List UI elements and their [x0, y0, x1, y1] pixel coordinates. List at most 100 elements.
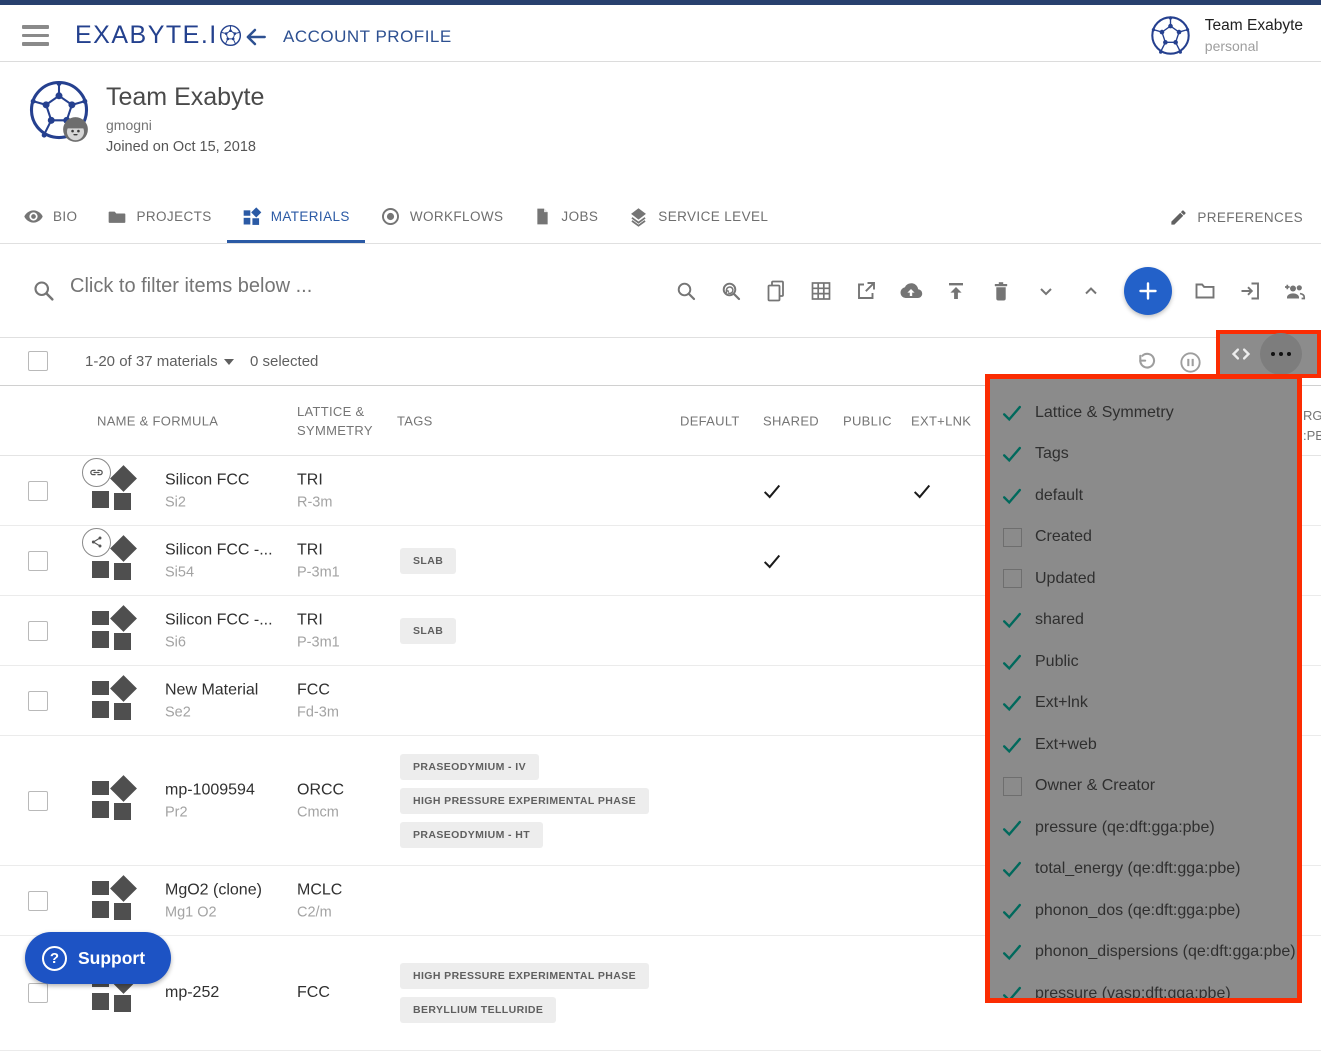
import-icon[interactable] — [1238, 279, 1262, 303]
row-checkbox[interactable] — [28, 891, 48, 911]
pencil-icon — [1169, 208, 1188, 227]
material-name-formula[interactable]: mp-1009594Pr2 — [165, 781, 290, 820]
tab-workflows[interactable]: WORKFLOWS — [365, 190, 519, 243]
menu-item-lattice-symmetry[interactable]: Lattice & Symmetry — [990, 392, 1297, 434]
menu-item-created[interactable]: Created — [990, 517, 1297, 559]
column-default[interactable]: DEFAULT — [680, 413, 740, 428]
checked-icon — [1001, 692, 1023, 714]
filter-input[interactable] — [70, 275, 630, 298]
back-arrow-icon[interactable] — [243, 24, 269, 50]
menu-item-public[interactable]: Public — [990, 641, 1297, 683]
tags-cell: SLAB — [400, 548, 456, 574]
code-view-icon[interactable] — [1226, 339, 1256, 369]
unchecked-box — [1003, 569, 1022, 588]
lattice-symmetry: FCC — [297, 984, 330, 1002]
menu-item-label: Created — [1035, 528, 1092, 546]
tab-jobs[interactable]: JOBS — [518, 190, 613, 243]
tags-cell: HIGH PRESSURE EXPERIMENTAL PHASEBERYLLIU… — [400, 963, 649, 1023]
menu-item-ext-lnk[interactable]: Ext+lnk — [990, 683, 1297, 725]
menu-item-ext-web[interactable]: Ext+web — [990, 724, 1297, 766]
material-icon — [90, 778, 138, 824]
row-checkbox[interactable] — [28, 983, 48, 1003]
column-public[interactable]: PUBLIC — [843, 413, 892, 428]
header-user-name: Team Exabyte — [1205, 17, 1303, 35]
tab-projects[interactable]: PROJECTS — [92, 190, 226, 243]
logo-ball-icon — [219, 24, 242, 47]
folder-icon — [107, 207, 127, 227]
menu-item-owner-creator[interactable]: Owner & Creator — [990, 766, 1297, 808]
open-in-new-icon[interactable] — [854, 279, 878, 303]
header-user-menu[interactable]: Team Exabyte personal — [1150, 15, 1303, 56]
search-again-icon[interactable] — [719, 279, 743, 303]
tab-materials[interactable]: MATERIALS — [227, 190, 365, 243]
menu-item-pressure-qe-dft-gga-pbe[interactable]: pressure (qe:dft:gga:pbe) — [990, 807, 1297, 849]
column-tags[interactable]: TAGS — [397, 413, 433, 428]
chevron-up-icon[interactable] — [1079, 279, 1103, 303]
menu-item-tags[interactable]: Tags — [990, 434, 1297, 476]
tag-chip: PRASEODYMIUM - HT — [400, 822, 543, 848]
column-shared[interactable]: SHARED — [763, 413, 819, 428]
tab-bio[interactable]: BIO — [8, 190, 92, 243]
material-icon — [90, 878, 138, 924]
material-name-formula[interactable]: Silicon FCC -...Si6 — [165, 611, 290, 650]
tab-service-level[interactable]: SERVICE LEVEL — [613, 190, 783, 243]
material-icon — [90, 608, 138, 654]
extlnk-check — [911, 480, 933, 502]
column-ext-lnk[interactable]: EXT+LNK — [911, 413, 971, 428]
checked-icon — [1001, 734, 1023, 756]
refresh-icon[interactable] — [1133, 350, 1158, 375]
tag-chip: SLAB — [400, 548, 456, 574]
pagination-caret-icon[interactable] — [224, 359, 234, 365]
material-name-formula[interactable]: MgO2 (clone)Mg1 O2 — [165, 881, 290, 920]
menu-item-label: Ext+web — [1035, 736, 1097, 754]
copy-icon[interactable] — [764, 279, 788, 303]
row-checkbox[interactable] — [28, 621, 48, 641]
menu-item-pressure-vasp-dft-gga-pbe[interactable]: pressure (vasp:dft:gga:pbe) — [990, 973, 1297, 1003]
tab-preferences[interactable]: PREFERENCES — [1169, 190, 1303, 244]
link-badge — [82, 458, 111, 487]
tag-chip: SLAB — [400, 618, 456, 644]
row-checkbox[interactable] — [28, 481, 48, 501]
lattice-symmetry: FCCFd-3m — [297, 681, 339, 720]
menu-item-shared[interactable]: shared — [990, 600, 1297, 642]
upload-icon[interactable] — [944, 279, 968, 303]
column-name-formula[interactable]: NAME & FORMULA — [97, 413, 218, 428]
chevron-down-icon[interactable] — [1034, 279, 1058, 303]
share-badge — [82, 528, 111, 557]
add-material-button[interactable] — [1124, 267, 1172, 315]
materials-toolbar — [674, 244, 1307, 338]
material-name-formula[interactable]: New MaterialSe2 — [165, 681, 290, 720]
row-checkbox[interactable] — [28, 551, 48, 571]
menu-item-phonon-dos-qe-dft-gga-pbe[interactable]: phonon_dos (qe:dft:gga:pbe) — [990, 890, 1297, 932]
row-checkbox[interactable] — [28, 791, 48, 811]
tag-chip: PRASEODYMIUM - IV — [400, 754, 539, 780]
delete-icon[interactable] — [989, 279, 1013, 303]
material-name-formula[interactable]: mp-252 — [165, 984, 290, 1002]
pause-icon[interactable] — [1178, 350, 1203, 375]
grid-icon[interactable] — [809, 279, 833, 303]
support-button[interactable]: ? Support — [25, 932, 171, 984]
material-name-formula[interactable]: Silicon FCCSi2 — [165, 471, 290, 510]
hamburger-menu-icon[interactable] — [22, 25, 49, 46]
tag-chip: HIGH PRESSURE EXPERIMENTAL PHASE — [400, 963, 649, 989]
material-name-formula[interactable]: Silicon FCC -...Si54 — [165, 541, 290, 580]
search-icon[interactable] — [674, 279, 698, 303]
unchecked-box — [1003, 777, 1022, 796]
folder-icon[interactable] — [1193, 279, 1217, 303]
cloud-upload-icon[interactable] — [899, 279, 923, 303]
menu-item-phonon-dispersions-qe-dft-gga-pbe[interactable]: phonon_dispersions (qe:dft:gga:pbe) — [990, 932, 1297, 974]
tag-chip: HIGH PRESSURE EXPERIMENTAL PHASE — [400, 788, 649, 814]
column-lattice-symmetry[interactable]: LATTICE &SYMMETRY — [297, 402, 373, 440]
exabyte-logo[interactable]: EXABYTE.I — [75, 21, 242, 50]
row-checkbox[interactable] — [28, 691, 48, 711]
select-all-checkbox[interactable] — [28, 351, 48, 371]
pagination-label[interactable]: 1-20 of 37 materials — [85, 353, 218, 370]
logo-text: EXABYTE.I — [75, 21, 218, 50]
more-options-button[interactable] — [1260, 333, 1302, 375]
search-icon — [31, 278, 56, 303]
menu-item-total-energy-qe-dft-gga-pbe[interactable]: total_energy (qe:dft:gga:pbe) — [990, 849, 1297, 891]
menu-item-default[interactable]: default — [990, 475, 1297, 517]
menu-item-updated[interactable]: Updated — [990, 558, 1297, 600]
avatar — [1150, 15, 1191, 56]
group-add-icon[interactable] — [1283, 279, 1307, 303]
